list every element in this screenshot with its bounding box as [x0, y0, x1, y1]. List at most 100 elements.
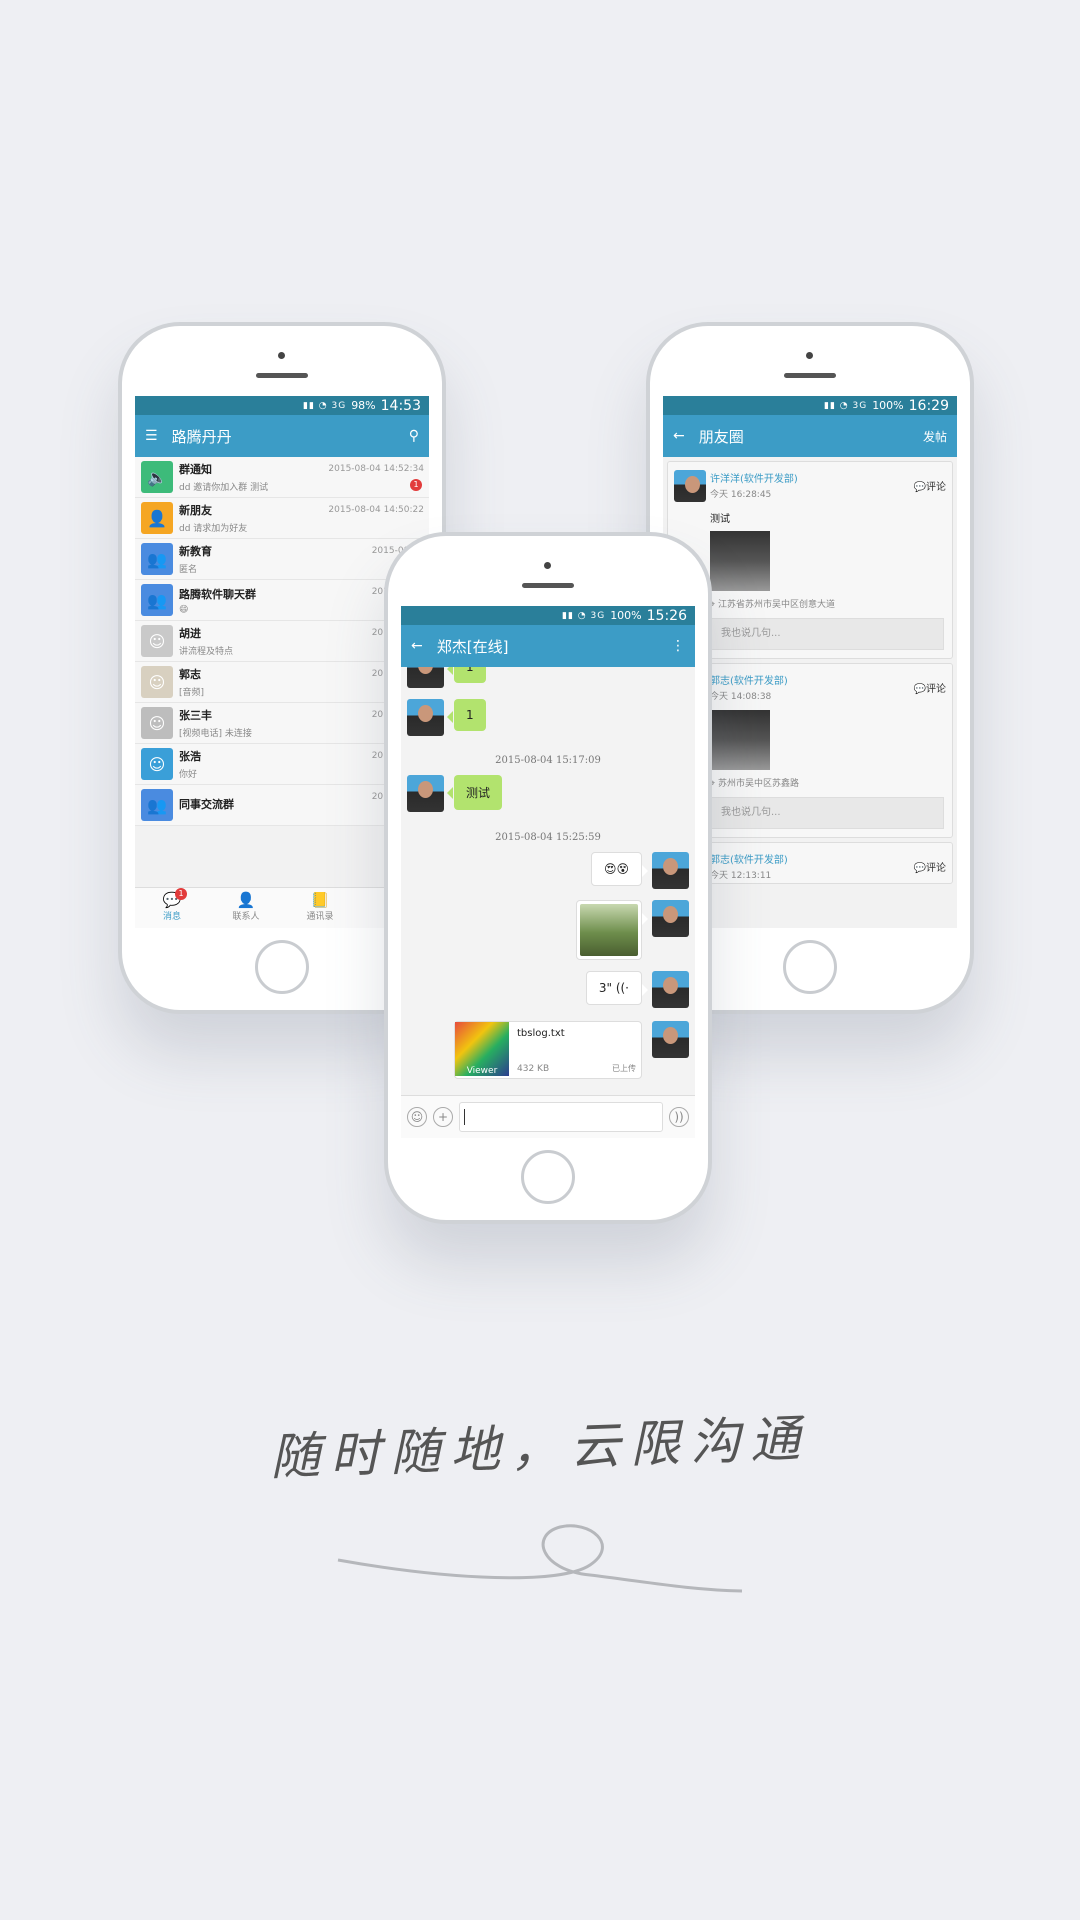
app-bar: ← 郑杰[在线] ⋮	[401, 625, 695, 667]
post-meta: 郭志(软件开发部) 今天 12:13:11	[710, 851, 788, 883]
reply-input[interactable]: 我也说几句...	[710, 797, 944, 829]
plus-icon[interactable]: +	[433, 1107, 453, 1127]
voice-duration: 3"	[598, 981, 612, 995]
search-icon[interactable]: ⚲	[409, 428, 419, 444]
contacts-icon: 👤	[236, 891, 256, 909]
more-icon[interactable]: ⋮	[671, 638, 685, 654]
post-location-text: 苏州市吴中区苏鑫路	[717, 779, 799, 789]
comment-icon: 💬	[913, 684, 926, 695]
conversation-item[interactable]: 🔈 群通知 dd 邀请你加入群 测试 2015-08-04 14:52:34 1	[135, 457, 429, 498]
clock: 14:53	[380, 397, 421, 414]
conversation-preview: dd 请求加为好友	[179, 524, 248, 534]
post-header: 许洋洋(软件开发部) 今天 16:28:45	[668, 462, 952, 502]
avatar	[652, 1021, 689, 1058]
emoji-icon[interactable]: ☺	[407, 1107, 427, 1127]
avatar	[407, 699, 444, 736]
speaker-grille	[784, 373, 836, 378]
photo-avatar: ☺	[141, 707, 173, 739]
group-icon: 👥	[141, 543, 173, 575]
voice-icon[interactable]: ))	[669, 1107, 689, 1127]
voice-message[interactable]: 3" ((·	[585, 971, 649, 1005]
screen-chat: ▮▮ ◔ 3G 100% 15:26 ← 郑杰[在线] ⋮ 1 1 2015-0…	[401, 606, 695, 1138]
comment-label: 评论	[926, 863, 946, 874]
conversation-item[interactable]: 👤 新朋友 dd 请求加为好友 2015-08-04 14:50:22	[135, 498, 429, 539]
menu-icon[interactable]: ☰	[145, 428, 158, 444]
decorative-loop	[337, 1524, 743, 1593]
tab-label: 联系人	[232, 912, 260, 922]
conversation-time: 2015-08-04 14:50:22	[328, 505, 424, 515]
message-bubble[interactable]: 😍😵	[590, 852, 649, 886]
status-icons: ▮▮ ◔ 3G	[562, 610, 606, 621]
tab-label: 通讯录	[306, 912, 334, 922]
image-message[interactable]	[576, 900, 648, 960]
home-button[interactable]	[521, 1150, 575, 1204]
status-bar: ▮▮ ◔ 3G 98% 14:53	[135, 396, 429, 415]
back-arrow-icon[interactable]: ←	[411, 638, 423, 654]
file-message[interactable]: Viewer tbslog.txt 432 KB 已上传	[454, 1021, 642, 1079]
input-bar: ☺ + ))	[401, 1095, 695, 1138]
message-bubble[interactable]: 测试	[446, 775, 503, 810]
slogan: 随时随地，云限沟通	[269, 1409, 811, 1487]
clock: 16:29	[908, 397, 949, 414]
post-time: 今天 12:13:11	[710, 871, 772, 881]
comment-button[interactable]: 💬评论	[914, 478, 946, 493]
post-author[interactable]: 郭志(软件开发部)	[710, 672, 788, 687]
photo-avatar: ☺	[141, 625, 173, 657]
message-bubble[interactable]: 1	[447, 667, 486, 683]
file-app-label: Viewer	[466, 1066, 498, 1076]
back-arrow-icon[interactable]: ←	[673, 428, 685, 444]
tab-messages[interactable]: 💬 1 消息	[135, 888, 209, 928]
comment-icon: 💬	[913, 863, 926, 874]
conversation-preview: dd 邀请你加入群 测试	[179, 483, 269, 493]
comment-button[interactable]: 💬评论	[914, 859, 946, 874]
message-row	[566, 900, 689, 960]
comment-label: 评论	[926, 684, 946, 695]
photo-avatar: ☺	[141, 748, 173, 780]
image-thumbnail	[580, 904, 638, 956]
message-bubble[interactable]: 1	[447, 699, 486, 731]
post-author[interactable]: 许洋洋(软件开发部)	[710, 470, 798, 485]
avatar	[407, 775, 444, 812]
tab-contacts[interactable]: 👤 联系人	[209, 888, 283, 928]
speaker-grille	[522, 583, 574, 588]
message-row: 3" ((·	[576, 971, 689, 1008]
comment-label: 评论	[926, 482, 946, 493]
avatar	[652, 852, 689, 889]
page-title: 路腾丹丹	[171, 427, 232, 446]
avatar	[407, 667, 444, 688]
message-input[interactable]	[459, 1102, 663, 1132]
clock: 15:26	[646, 607, 687, 624]
post-author[interactable]: 郭志(软件开发部)	[710, 851, 788, 866]
avatar	[652, 900, 689, 937]
speaker-grille	[256, 373, 308, 378]
avatar	[674, 470, 706, 502]
post-location: ⌖ 江苏省苏州市吴中区创意大道	[710, 597, 952, 610]
post-button[interactable]: 发帖	[923, 428, 947, 445]
camera	[544, 562, 551, 569]
post-photo[interactable]	[710, 710, 770, 770]
post-photo[interactable]	[710, 531, 770, 591]
comment-button[interactable]: 💬评论	[914, 680, 946, 695]
post-location: ⌖ 苏州市吴中区苏鑫路	[710, 776, 952, 789]
message-row: 1	[407, 699, 496, 736]
battery-level: 100%	[610, 609, 642, 622]
post-text: 测试	[710, 514, 730, 525]
message-timestamp: 2015-08-04 15:17:09	[495, 755, 601, 766]
reply-input[interactable]: 我也说几句...	[710, 618, 944, 650]
chat-history: 1 1 2015-08-04 15:17:09 测试 2015-08-04 15…	[401, 667, 695, 1096]
conversation-time: 2015-08-04 14:52:34	[328, 464, 424, 474]
home-button[interactable]	[783, 940, 837, 994]
page-title: 郑杰[在线]	[436, 637, 509, 656]
file-size: 432 KB	[517, 1064, 550, 1074]
post-meta: 许洋洋(软件开发部) 今天 16:28:45	[710, 470, 798, 502]
comment-icon: 💬	[913, 482, 926, 493]
conversation-item[interactable]: 👥 新教育 匿名 2015-08-04	[135, 539, 429, 580]
avatar	[652, 971, 689, 1008]
message-row: 😍😵	[581, 852, 689, 889]
tab-addressbook[interactable]: 📒 通讯录	[283, 888, 357, 928]
status-bar: ▮▮ ◔ 3G 100% 16:29	[663, 396, 957, 415]
unread-badge: 1	[410, 479, 422, 491]
post-location-text: 江苏省苏州市吴中区创意大道	[717, 600, 835, 610]
camera	[278, 352, 285, 359]
home-button[interactable]	[255, 940, 309, 994]
